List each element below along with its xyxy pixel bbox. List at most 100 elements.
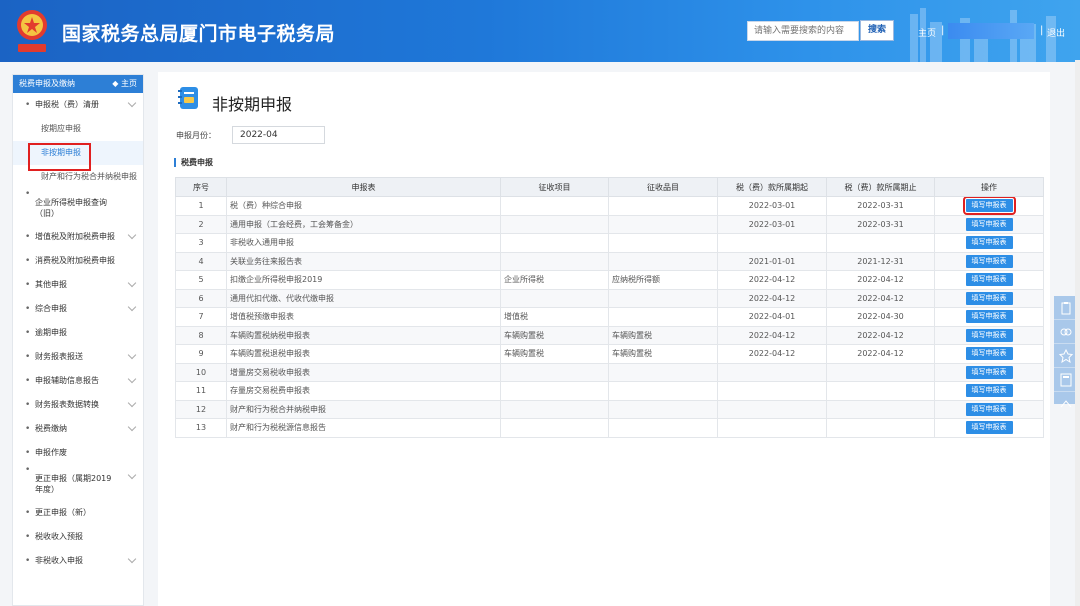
fill-report-button[interactable]: 填写申报表 <box>965 421 1013 435</box>
fill-report-button[interactable]: 填写申报表 <box>965 217 1013 231</box>
page-title: 非按期申报 <box>212 95 293 114</box>
table-cell <box>608 214 718 234</box>
page-scrollbar[interactable] <box>1075 60 1080 606</box>
table-cell: 2022-04-12 <box>717 288 827 308</box>
sidebar-item-label: 税收收入预报 <box>35 532 83 541</box>
table-cell: 财产和行为税合并纳税申报 <box>226 399 501 419</box>
sidebar-item-label: 财务报表数据转换 <box>35 400 99 409</box>
table-cell: 4 <box>175 251 227 271</box>
fill-report-button[interactable]: 填写申报表 <box>965 236 1013 250</box>
fill-report-button[interactable]: 填写申报表 <box>965 273 1013 287</box>
table-cell: 2022-04-12 <box>826 288 935 308</box>
table-cell: 企业所得税 <box>500 270 609 290</box>
sidebar-item[interactable]: • 财务报表数据转换 <box>13 393 143 417</box>
table-cell: 扣缴企业所得税申报2019 <box>226 270 501 290</box>
table-cell: 财产和行为税税源信息报告 <box>226 418 501 438</box>
fill-report-button[interactable]: 填写申报表 <box>965 310 1013 324</box>
sidebar-item[interactable]: • 综合申报 <box>13 297 143 321</box>
table-cell: 车辆购置税 <box>608 344 718 364</box>
table-cell: 存量房交易税费申报表 <box>226 381 501 401</box>
sidebar-item[interactable]: • 申报税（费）清册 <box>13 93 143 117</box>
table-cell <box>500 381 609 401</box>
table-row: 6 通用代扣代缴、代收代缴申报 2022-04-12 2022-04-12 填写申报表 <box>175 288 1044 308</box>
table-cell: 车辆购置税 <box>500 325 609 345</box>
nav-separator: | <box>941 25 945 36</box>
search-button[interactable]: 搜索 <box>860 20 894 41</box>
sidebar-item[interactable]: • 其他申报 <box>13 273 143 297</box>
table-cell <box>500 251 609 271</box>
table-cell <box>608 362 718 382</box>
fill-report-button[interactable]: 填写申报表 <box>965 402 1013 416</box>
sidebar-item-label: 非税收入申报 <box>35 556 83 565</box>
bullet-icon: • <box>25 304 31 314</box>
bullet-icon: • <box>25 508 31 518</box>
sidebar-title: 税费申报及缴纳 <box>19 79 75 88</box>
sidebar-item[interactable]: • 更正申报（属期2019年度） <box>13 465 143 501</box>
table-cell <box>608 307 718 327</box>
fill-report-button[interactable]: 填写申报表 <box>965 328 1013 342</box>
highlight-box-nav <box>28 143 91 171</box>
table-cell: 增值税预缴申报表 <box>226 307 501 327</box>
table-cell: 税（费）种综合申报 <box>226 196 501 216</box>
sidebar-item[interactable]: • 税收收入预报 <box>13 525 143 549</box>
chevron-down-icon <box>127 554 137 564</box>
sidebar-item[interactable]: • 增值税及附加税费申报 <box>13 225 143 249</box>
table-cell: 2022-04-01 <box>717 307 827 327</box>
table-cell-action: 填写申报表 <box>934 381 1044 401</box>
fill-report-button[interactable]: 填写申报表 <box>962 197 1016 215</box>
table-cell <box>608 288 718 308</box>
table-cell-action: 填写申报表 <box>934 270 1044 290</box>
sidebar-item[interactable]: • 税费缴纳 <box>13 417 143 441</box>
fill-report-button[interactable]: 填写申报表 <box>965 365 1013 379</box>
table-row: 11 存量房交易税费申报表 填写申报表 <box>175 381 1044 401</box>
table-cell-action: 填写申报表 <box>934 307 1044 327</box>
bullet-icon: • <box>25 232 31 242</box>
fill-report-button[interactable]: 填写申报表 <box>965 384 1013 398</box>
table-row: 12 财产和行为税合并纳税申报 填写申报表 <box>175 399 1044 419</box>
sidebar-item[interactable]: • 企业所得税申报查询（旧） <box>13 189 143 225</box>
table-cell <box>826 418 935 438</box>
sidebar-subitem[interactable]: 按期应申报 <box>13 117 143 141</box>
sidebar-item[interactable]: • 非税收入申报 <box>13 549 143 573</box>
logout-link[interactable]: 退出 <box>1047 26 1065 39</box>
table-cell-action: 填写申报表 <box>934 288 1044 308</box>
report-month-field[interactable]: 2022-04 <box>232 126 325 144</box>
table-row: 10 增量房交易税收申报表 填写申报表 <box>175 362 1044 382</box>
sidebar-item[interactable]: • 逾期申报 <box>13 321 143 345</box>
home-link[interactable]: 主页 <box>918 26 936 39</box>
sidebar-item[interactable]: • 消费税及附加税费申报 <box>13 249 143 273</box>
fill-report-button[interactable]: 填写申报表 <box>965 347 1013 361</box>
table-cell <box>826 233 935 253</box>
sidebar-item[interactable]: • 申报作废 <box>13 441 143 465</box>
chevron-down-icon <box>127 398 137 408</box>
chevron-down-icon <box>127 230 137 240</box>
table-cell: 7 <box>175 307 227 327</box>
month-label: 申报月份： <box>176 131 216 140</box>
table-cell: 2022-04-12 <box>717 270 827 290</box>
sidebar-item-label: 申报辅助信息报告 <box>35 376 99 385</box>
fill-report-button[interactable]: 填写申报表 <box>965 254 1013 268</box>
table-cell: 关联业务往来报告表 <box>226 251 501 271</box>
table-cell <box>717 418 827 438</box>
search-input[interactable] <box>747 21 859 41</box>
sidebar-item[interactable]: • 申报辅助信息报告 <box>13 369 143 393</box>
top-banner: 国家税务总局厦门市电子税务局 搜索 主页 | | 退出 <box>0 0 1080 62</box>
table-cell: 通用申报（工会经费，工会筹备金） <box>226 214 501 234</box>
table-cell: 3 <box>175 233 227 253</box>
table-cell: 8 <box>175 325 227 345</box>
sidebar-item-label: 申报作废 <box>35 448 67 457</box>
table-cell <box>826 362 935 382</box>
table-cell: 应纳税所得额 <box>608 270 718 290</box>
sidebar-home-link[interactable]: ◆ 主页 <box>112 75 137 93</box>
table-cell-action: 填写申报表 <box>934 399 1044 419</box>
sidebar-item[interactable]: • 更正申报（新） <box>13 501 143 525</box>
fill-report-button[interactable]: 填写申报表 <box>965 291 1013 305</box>
table-cell-action: 填写申报表 <box>934 344 1044 364</box>
chevron-down-icon <box>127 278 137 288</box>
table-cell <box>826 381 935 401</box>
sidebar-item[interactable]: • 财务报表报送 <box>13 345 143 369</box>
sidebar-item-label: 更正申报（属期2019年度） <box>35 474 112 494</box>
sidebar-item-label: 税费缴纳 <box>35 424 67 433</box>
table-cell: 2022-04-30 <box>826 307 935 327</box>
table-row: 4 关联业务往来报告表 2021-01-01 2021-12-31 填写申报表 <box>175 251 1044 271</box>
